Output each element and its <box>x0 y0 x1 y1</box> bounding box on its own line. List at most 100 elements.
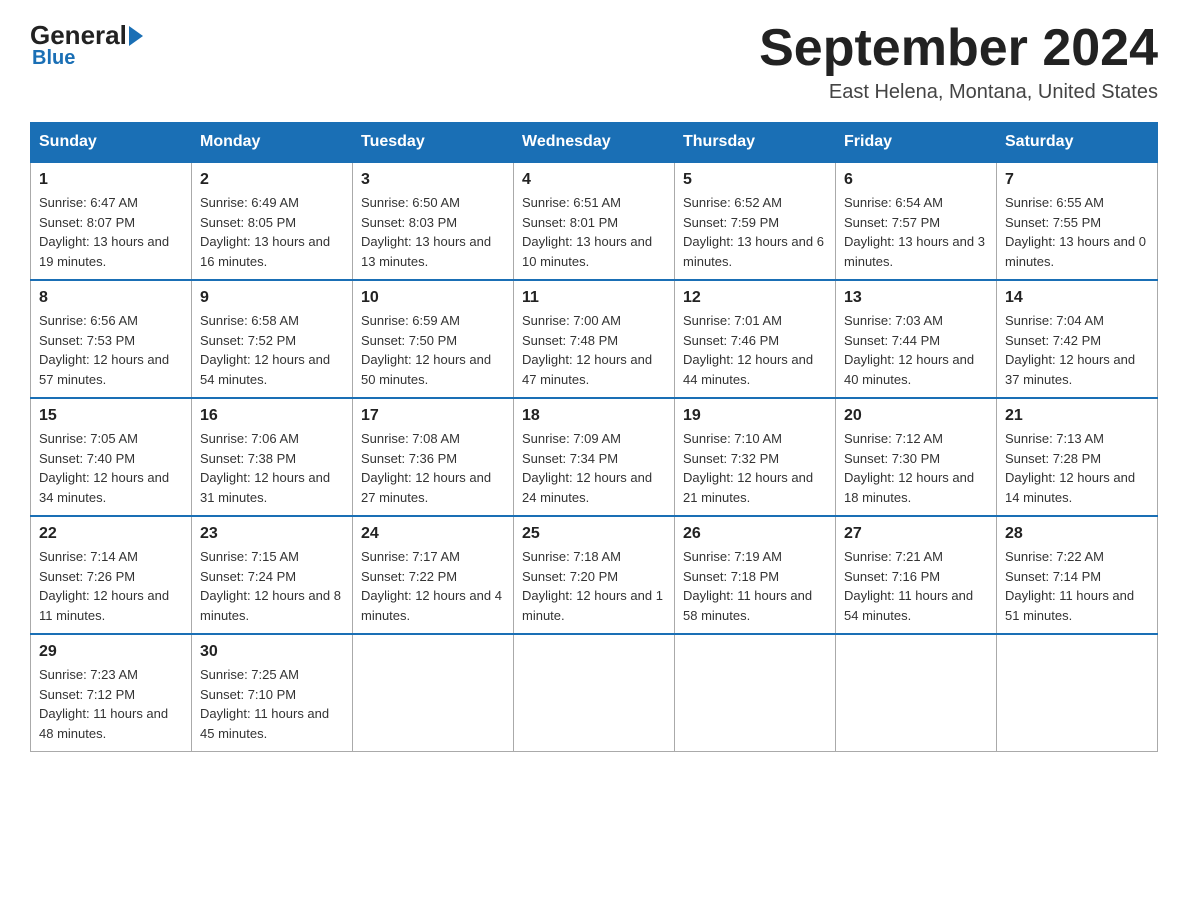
day-info: Sunrise: 7:22 AMSunset: 7:14 PMDaylight:… <box>1005 547 1149 625</box>
table-cell: 5 Sunrise: 6:52 AMSunset: 7:59 PMDayligh… <box>675 162 836 280</box>
table-cell <box>353 634 514 752</box>
day-number: 2 <box>200 171 344 189</box>
day-number: 5 <box>683 171 827 189</box>
table-cell <box>836 634 997 752</box>
day-info: Sunrise: 7:00 AMSunset: 7:48 PMDaylight:… <box>522 311 666 389</box>
day-info: Sunrise: 6:56 AMSunset: 7:53 PMDaylight:… <box>39 311 183 389</box>
day-info: Sunrise: 7:18 AMSunset: 7:20 PMDaylight:… <box>522 547 666 625</box>
day-info: Sunrise: 7:03 AMSunset: 7:44 PMDaylight:… <box>844 311 988 389</box>
table-cell: 25 Sunrise: 7:18 AMSunset: 7:20 PMDaylig… <box>514 516 675 634</box>
day-number: 26 <box>683 525 827 543</box>
calendar-table: Sunday Monday Tuesday Wednesday Thursday… <box>30 122 1158 752</box>
day-info: Sunrise: 7:21 AMSunset: 7:16 PMDaylight:… <box>844 547 988 625</box>
day-number: 24 <box>361 525 505 543</box>
day-number: 23 <box>200 525 344 543</box>
table-cell: 7 Sunrise: 6:55 AMSunset: 7:55 PMDayligh… <box>997 162 1158 280</box>
header-wednesday: Wednesday <box>514 123 675 163</box>
day-number: 6 <box>844 171 988 189</box>
day-info: Sunrise: 6:55 AMSunset: 7:55 PMDaylight:… <box>1005 193 1149 271</box>
day-number: 28 <box>1005 525 1149 543</box>
day-info: Sunrise: 7:01 AMSunset: 7:46 PMDaylight:… <box>683 311 827 389</box>
day-info: Sunrise: 7:08 AMSunset: 7:36 PMDaylight:… <box>361 429 505 507</box>
table-cell: 19 Sunrise: 7:10 AMSunset: 7:32 PMDaylig… <box>675 398 836 516</box>
week-row-2: 8 Sunrise: 6:56 AMSunset: 7:53 PMDayligh… <box>31 280 1158 398</box>
title-area: September 2024 East Helena, Montana, Uni… <box>759 20 1158 104</box>
table-cell: 11 Sunrise: 7:00 AMSunset: 7:48 PMDaylig… <box>514 280 675 398</box>
header-saturday: Saturday <box>997 123 1158 163</box>
day-info: Sunrise: 7:09 AMSunset: 7:34 PMDaylight:… <box>522 429 666 507</box>
day-number: 11 <box>522 289 666 307</box>
day-number: 18 <box>522 407 666 425</box>
week-row-3: 15 Sunrise: 7:05 AMSunset: 7:40 PMDaylig… <box>31 398 1158 516</box>
day-info: Sunrise: 7:10 AMSunset: 7:32 PMDaylight:… <box>683 429 827 507</box>
day-number: 27 <box>844 525 988 543</box>
table-cell: 3 Sunrise: 6:50 AMSunset: 8:03 PMDayligh… <box>353 162 514 280</box>
table-cell: 26 Sunrise: 7:19 AMSunset: 7:18 PMDaylig… <box>675 516 836 634</box>
table-cell: 10 Sunrise: 6:59 AMSunset: 7:50 PMDaylig… <box>353 280 514 398</box>
day-info: Sunrise: 6:54 AMSunset: 7:57 PMDaylight:… <box>844 193 988 271</box>
day-number: 13 <box>844 289 988 307</box>
day-number: 22 <box>39 525 183 543</box>
day-info: Sunrise: 7:25 AMSunset: 7:10 PMDaylight:… <box>200 665 344 743</box>
table-cell: 4 Sunrise: 6:51 AMSunset: 8:01 PMDayligh… <box>514 162 675 280</box>
day-info: Sunrise: 7:12 AMSunset: 7:30 PMDaylight:… <box>844 429 988 507</box>
table-cell <box>997 634 1158 752</box>
day-number: 7 <box>1005 171 1149 189</box>
day-number: 17 <box>361 407 505 425</box>
day-number: 25 <box>522 525 666 543</box>
table-cell: 29 Sunrise: 7:23 AMSunset: 7:12 PMDaylig… <box>31 634 192 752</box>
header-sunday: Sunday <box>31 123 192 163</box>
table-cell: 17 Sunrise: 7:08 AMSunset: 7:36 PMDaylig… <box>353 398 514 516</box>
logo-blue-label: Blue <box>30 47 75 70</box>
table-cell: 12 Sunrise: 7:01 AMSunset: 7:46 PMDaylig… <box>675 280 836 398</box>
day-number: 30 <box>200 643 344 661</box>
day-number: 12 <box>683 289 827 307</box>
day-number: 15 <box>39 407 183 425</box>
day-info: Sunrise: 7:23 AMSunset: 7:12 PMDaylight:… <box>39 665 183 743</box>
day-info: Sunrise: 6:49 AMSunset: 8:05 PMDaylight:… <box>200 193 344 271</box>
table-cell: 28 Sunrise: 7:22 AMSunset: 7:14 PMDaylig… <box>997 516 1158 634</box>
table-cell: 16 Sunrise: 7:06 AMSunset: 7:38 PMDaylig… <box>192 398 353 516</box>
day-info: Sunrise: 7:06 AMSunset: 7:38 PMDaylight:… <box>200 429 344 507</box>
day-number: 3 <box>361 171 505 189</box>
day-info: Sunrise: 6:47 AMSunset: 8:07 PMDaylight:… <box>39 193 183 271</box>
day-info: Sunrise: 7:17 AMSunset: 7:22 PMDaylight:… <box>361 547 505 625</box>
day-info: Sunrise: 7:05 AMSunset: 7:40 PMDaylight:… <box>39 429 183 507</box>
day-number: 10 <box>361 289 505 307</box>
day-number: 8 <box>39 289 183 307</box>
day-info: Sunrise: 6:50 AMSunset: 8:03 PMDaylight:… <box>361 193 505 271</box>
day-number: 14 <box>1005 289 1149 307</box>
table-cell: 22 Sunrise: 7:14 AMSunset: 7:26 PMDaylig… <box>31 516 192 634</box>
table-cell: 6 Sunrise: 6:54 AMSunset: 7:57 PMDayligh… <box>836 162 997 280</box>
table-cell: 21 Sunrise: 7:13 AMSunset: 7:28 PMDaylig… <box>997 398 1158 516</box>
day-info: Sunrise: 6:58 AMSunset: 7:52 PMDaylight:… <box>200 311 344 389</box>
day-info: Sunrise: 7:19 AMSunset: 7:18 PMDaylight:… <box>683 547 827 625</box>
page-header: General Blue September 2024 East Helena,… <box>30 20 1158 104</box>
table-cell: 23 Sunrise: 7:15 AMSunset: 7:24 PMDaylig… <box>192 516 353 634</box>
table-cell: 15 Sunrise: 7:05 AMSunset: 7:40 PMDaylig… <box>31 398 192 516</box>
day-number: 4 <box>522 171 666 189</box>
table-cell: 8 Sunrise: 6:56 AMSunset: 7:53 PMDayligh… <box>31 280 192 398</box>
day-number: 19 <box>683 407 827 425</box>
table-cell: 20 Sunrise: 7:12 AMSunset: 7:30 PMDaylig… <box>836 398 997 516</box>
week-row-5: 29 Sunrise: 7:23 AMSunset: 7:12 PMDaylig… <box>31 634 1158 752</box>
calendar-header-row: Sunday Monday Tuesday Wednesday Thursday… <box>31 123 1158 163</box>
table-cell <box>675 634 836 752</box>
table-cell: 27 Sunrise: 7:21 AMSunset: 7:16 PMDaylig… <box>836 516 997 634</box>
table-cell: 30 Sunrise: 7:25 AMSunset: 7:10 PMDaylig… <box>192 634 353 752</box>
week-row-1: 1 Sunrise: 6:47 AMSunset: 8:07 PMDayligh… <box>31 162 1158 280</box>
day-number: 1 <box>39 171 183 189</box>
table-cell <box>514 634 675 752</box>
table-cell: 18 Sunrise: 7:09 AMSunset: 7:34 PMDaylig… <box>514 398 675 516</box>
table-cell: 24 Sunrise: 7:17 AMSunset: 7:22 PMDaylig… <box>353 516 514 634</box>
day-number: 29 <box>39 643 183 661</box>
header-thursday: Thursday <box>675 123 836 163</box>
day-number: 9 <box>200 289 344 307</box>
day-info: Sunrise: 6:59 AMSunset: 7:50 PMDaylight:… <box>361 311 505 389</box>
header-monday: Monday <box>192 123 353 163</box>
day-info: Sunrise: 7:04 AMSunset: 7:42 PMDaylight:… <box>1005 311 1149 389</box>
day-info: Sunrise: 6:51 AMSunset: 8:01 PMDaylight:… <box>522 193 666 271</box>
table-cell: 13 Sunrise: 7:03 AMSunset: 7:44 PMDaylig… <box>836 280 997 398</box>
day-info: Sunrise: 7:14 AMSunset: 7:26 PMDaylight:… <box>39 547 183 625</box>
table-cell: 14 Sunrise: 7:04 AMSunset: 7:42 PMDaylig… <box>997 280 1158 398</box>
